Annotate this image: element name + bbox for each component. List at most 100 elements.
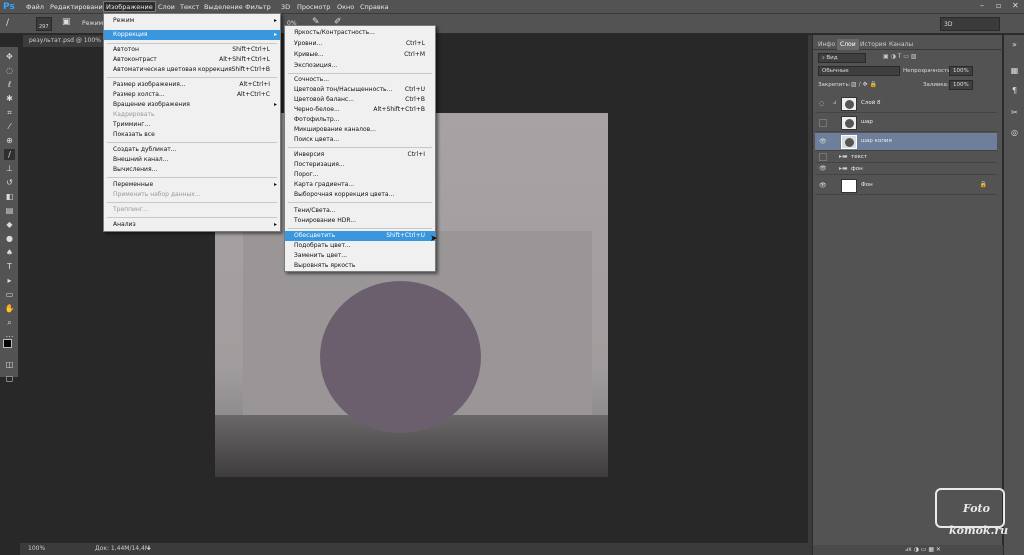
menu-filter[interactable]: Фильтр [243, 2, 273, 13]
tab-layers[interactable]: Слои [837, 39, 859, 50]
status-arrow-icon[interactable]: ▸ [148, 543, 151, 555]
brushes-icon[interactable]: ◎ [1009, 127, 1020, 138]
menu-item-color-lookup[interactable]: Поиск цвета... [285, 135, 435, 145]
folder-icon[interactable]: ▸▬ [839, 165, 848, 172]
history-brush-icon[interactable]: ↺ [4, 177, 15, 188]
workspace-select[interactable]: 3D [940, 17, 1000, 31]
minimize-icon[interactable]: – [980, 1, 984, 10]
tab-info[interactable]: Инфо [815, 39, 838, 50]
lock-icons[interactable]: ▨ ∕ ✥ 🔒 [851, 81, 877, 88]
menu-item-color-balance[interactable]: Цветовой баланс... Ctrl+B [285, 95, 435, 105]
menu-item-posterize[interactable]: Постеризация... [285, 160, 435, 170]
type-tool-icon[interactable]: T [4, 261, 15, 272]
tab-history[interactable]: История [857, 39, 889, 50]
quick-select-icon[interactable]: ✱ [4, 93, 15, 104]
menu-item-invert[interactable]: Инверсия Ctrl+I [285, 150, 435, 160]
menu-item-rotate[interactable]: Вращение изображения ▸ [104, 100, 280, 110]
hand-tool-icon[interactable]: ✋ [4, 303, 15, 314]
stamp-tool-icon[interactable]: ⊥ [4, 163, 15, 174]
menu-item-curves[interactable]: Кривые... Ctrl+M [285, 50, 435, 60]
menu-window[interactable]: Окно [335, 2, 356, 13]
layer-row[interactable]: ◌ ⅎ Слой 8 [815, 95, 997, 113]
menu-item-replace-color[interactable]: Заменить цвет... [285, 251, 435, 261]
brush-tool-icon[interactable]: ∕ [6, 18, 9, 28]
brush-tool-icon-selected[interactable]: ∕ [4, 149, 15, 160]
brush-panel-icon[interactable]: ▣ [62, 17, 71, 27]
blur-tool-icon[interactable]: ◆ [4, 219, 15, 230]
foreground-color-swatch[interactable] [3, 339, 12, 348]
visibility-off-icon[interactable] [819, 119, 827, 127]
collapse-panels-icon[interactable]: » [1009, 39, 1020, 50]
menu-item-apply-image[interactable]: Внешний канал... [104, 155, 280, 165]
quick-mask-icon[interactable]: ◫ [4, 359, 15, 370]
menu-item-threshold[interactable]: Порог... [285, 170, 435, 180]
restore-icon[interactable]: ▫ [996, 1, 1001, 10]
shape-tool-icon[interactable]: ▭ [4, 289, 15, 300]
menu-item-mode[interactable]: Режим ▸ [104, 16, 280, 26]
close-icon[interactable]: ✕ [1012, 1, 1019, 10]
filter-icons[interactable]: ▣ ◑ T ▭ ▨ [883, 53, 917, 60]
menu-item-match-color[interactable]: Подобрать цвет... [285, 241, 435, 251]
menu-item-trim[interactable]: Тримминг... [104, 120, 280, 130]
menu-text[interactable]: Текст [178, 2, 201, 13]
menu-item-equalize[interactable]: Выровнять яркость [285, 261, 435, 271]
menu-item-analysis[interactable]: Анализ ▸ [104, 220, 280, 230]
layer-row-selected[interactable]: 👁 шар копия [815, 133, 997, 151]
healing-brush-icon[interactable]: ⊕ [4, 135, 15, 146]
menu-item-hdr-toning[interactable]: Тонирование HDR... [285, 216, 435, 226]
menu-item-calculations[interactable]: Вычисления... [104, 165, 280, 175]
menu-image[interactable]: Изображение [103, 1, 156, 12]
dodge-tool-icon[interactable]: ● [4, 233, 15, 244]
tools-icon[interactable]: ✂ [1009, 107, 1020, 118]
pen-tool-icon[interactable]: ♠ [4, 247, 15, 258]
eye-icon[interactable]: 👁 [819, 165, 827, 173]
eyedropper-icon[interactable]: ⁄ [4, 121, 15, 132]
menu-item-hue-saturation[interactable]: Цветовой тон/Насыщенность... Ctrl+U [285, 85, 435, 95]
menu-edit[interactable]: Редактирование [48, 2, 109, 13]
menu-item-exposure[interactable]: Экспозиция... [285, 61, 435, 71]
menu-help[interactable]: Справка [358, 2, 391, 13]
menu-item-gradient-map[interactable]: Карта градиента... [285, 180, 435, 190]
menu-item-auto-color[interactable]: Автоматическая цветовая коррекция Shift+C… [104, 65, 280, 75]
menu-item-selective-color[interactable]: Выборочная коррекция цвета... [285, 190, 435, 200]
menu-select[interactable]: Выделение [202, 2, 245, 13]
menu-3d[interactable]: 3D [279, 2, 292, 13]
zoom-level[interactable]: 100% [28, 543, 45, 555]
menu-item-auto-tone[interactable]: Автотон Shift+Ctrl+L [104, 45, 280, 55]
layer-row[interactable]: шар [815, 114, 997, 132]
menu-layers[interactable]: Слои [156, 2, 177, 13]
fill-input[interactable]: 100% [949, 80, 973, 90]
menu-item-duplicate[interactable]: Создать дубликат... [104, 145, 280, 155]
eye-icon[interactable]: 👁 [819, 138, 827, 146]
menu-item-auto-contrast[interactable]: Автоконтраст Alt+Shift+Ctrl+L [104, 55, 280, 65]
brush-preset-picker[interactable]: 297 [36, 17, 52, 31]
marquee-tool-icon[interactable]: ◌ [4, 65, 15, 76]
gradient-tool-icon[interactable]: ▤ [4, 205, 15, 216]
screen-mode-icon[interactable]: ▢ [4, 373, 15, 384]
path-select-icon[interactable]: ▸ [4, 275, 15, 286]
layer-group-row[interactable]: 👁 ▸▬ фон [815, 164, 997, 175]
menu-item-channel-mixer[interactable]: Микширование каналов... [285, 125, 435, 135]
blend-mode-select[interactable]: Обычные [818, 66, 900, 76]
menu-item-reveal-all[interactable]: Показать все [104, 130, 280, 140]
paragraph-icon[interactable]: ¶ [1009, 85, 1020, 96]
move-tool-icon[interactable]: ✥ [4, 51, 15, 62]
adjustments-icon[interactable]: ▦ [1009, 65, 1020, 76]
eye-icon[interactable]: 👁 [819, 182, 827, 190]
visibility-off-icon[interactable]: ◌ [819, 100, 827, 108]
menu-item-desaturate[interactable]: Обесцветить Shift+Ctrl+U [285, 231, 435, 241]
menu-view[interactable]: Просмотр [295, 2, 332, 13]
eraser-tool-icon[interactable]: ◧ [4, 191, 15, 202]
visibility-off-icon[interactable] [819, 153, 827, 161]
zoom-tool-icon[interactable]: ⌕ [4, 317, 15, 328]
menu-item-shadows-highlights[interactable]: Тени/Света... [285, 206, 435, 216]
tab-channels[interactable]: Каналы [886, 39, 916, 50]
menu-item-brightness-contrast[interactable]: Яркость/Контрастность... [285, 28, 435, 38]
layer-kind-filter[interactable]: ⌕ Вид [818, 53, 866, 63]
menu-item-image-size[interactable]: Размер изображения... Alt+Ctrl+I [104, 80, 280, 90]
menu-item-variables[interactable]: Переменные ▸ [104, 180, 280, 190]
crop-tool-icon[interactable]: ⌗ [4, 107, 15, 118]
menu-item-vibrance[interactable]: Сочность... [285, 75, 435, 85]
menu-file[interactable]: Файл [24, 2, 46, 13]
menu-item-adjustments[interactable]: Коррекция ▸ [104, 30, 280, 40]
